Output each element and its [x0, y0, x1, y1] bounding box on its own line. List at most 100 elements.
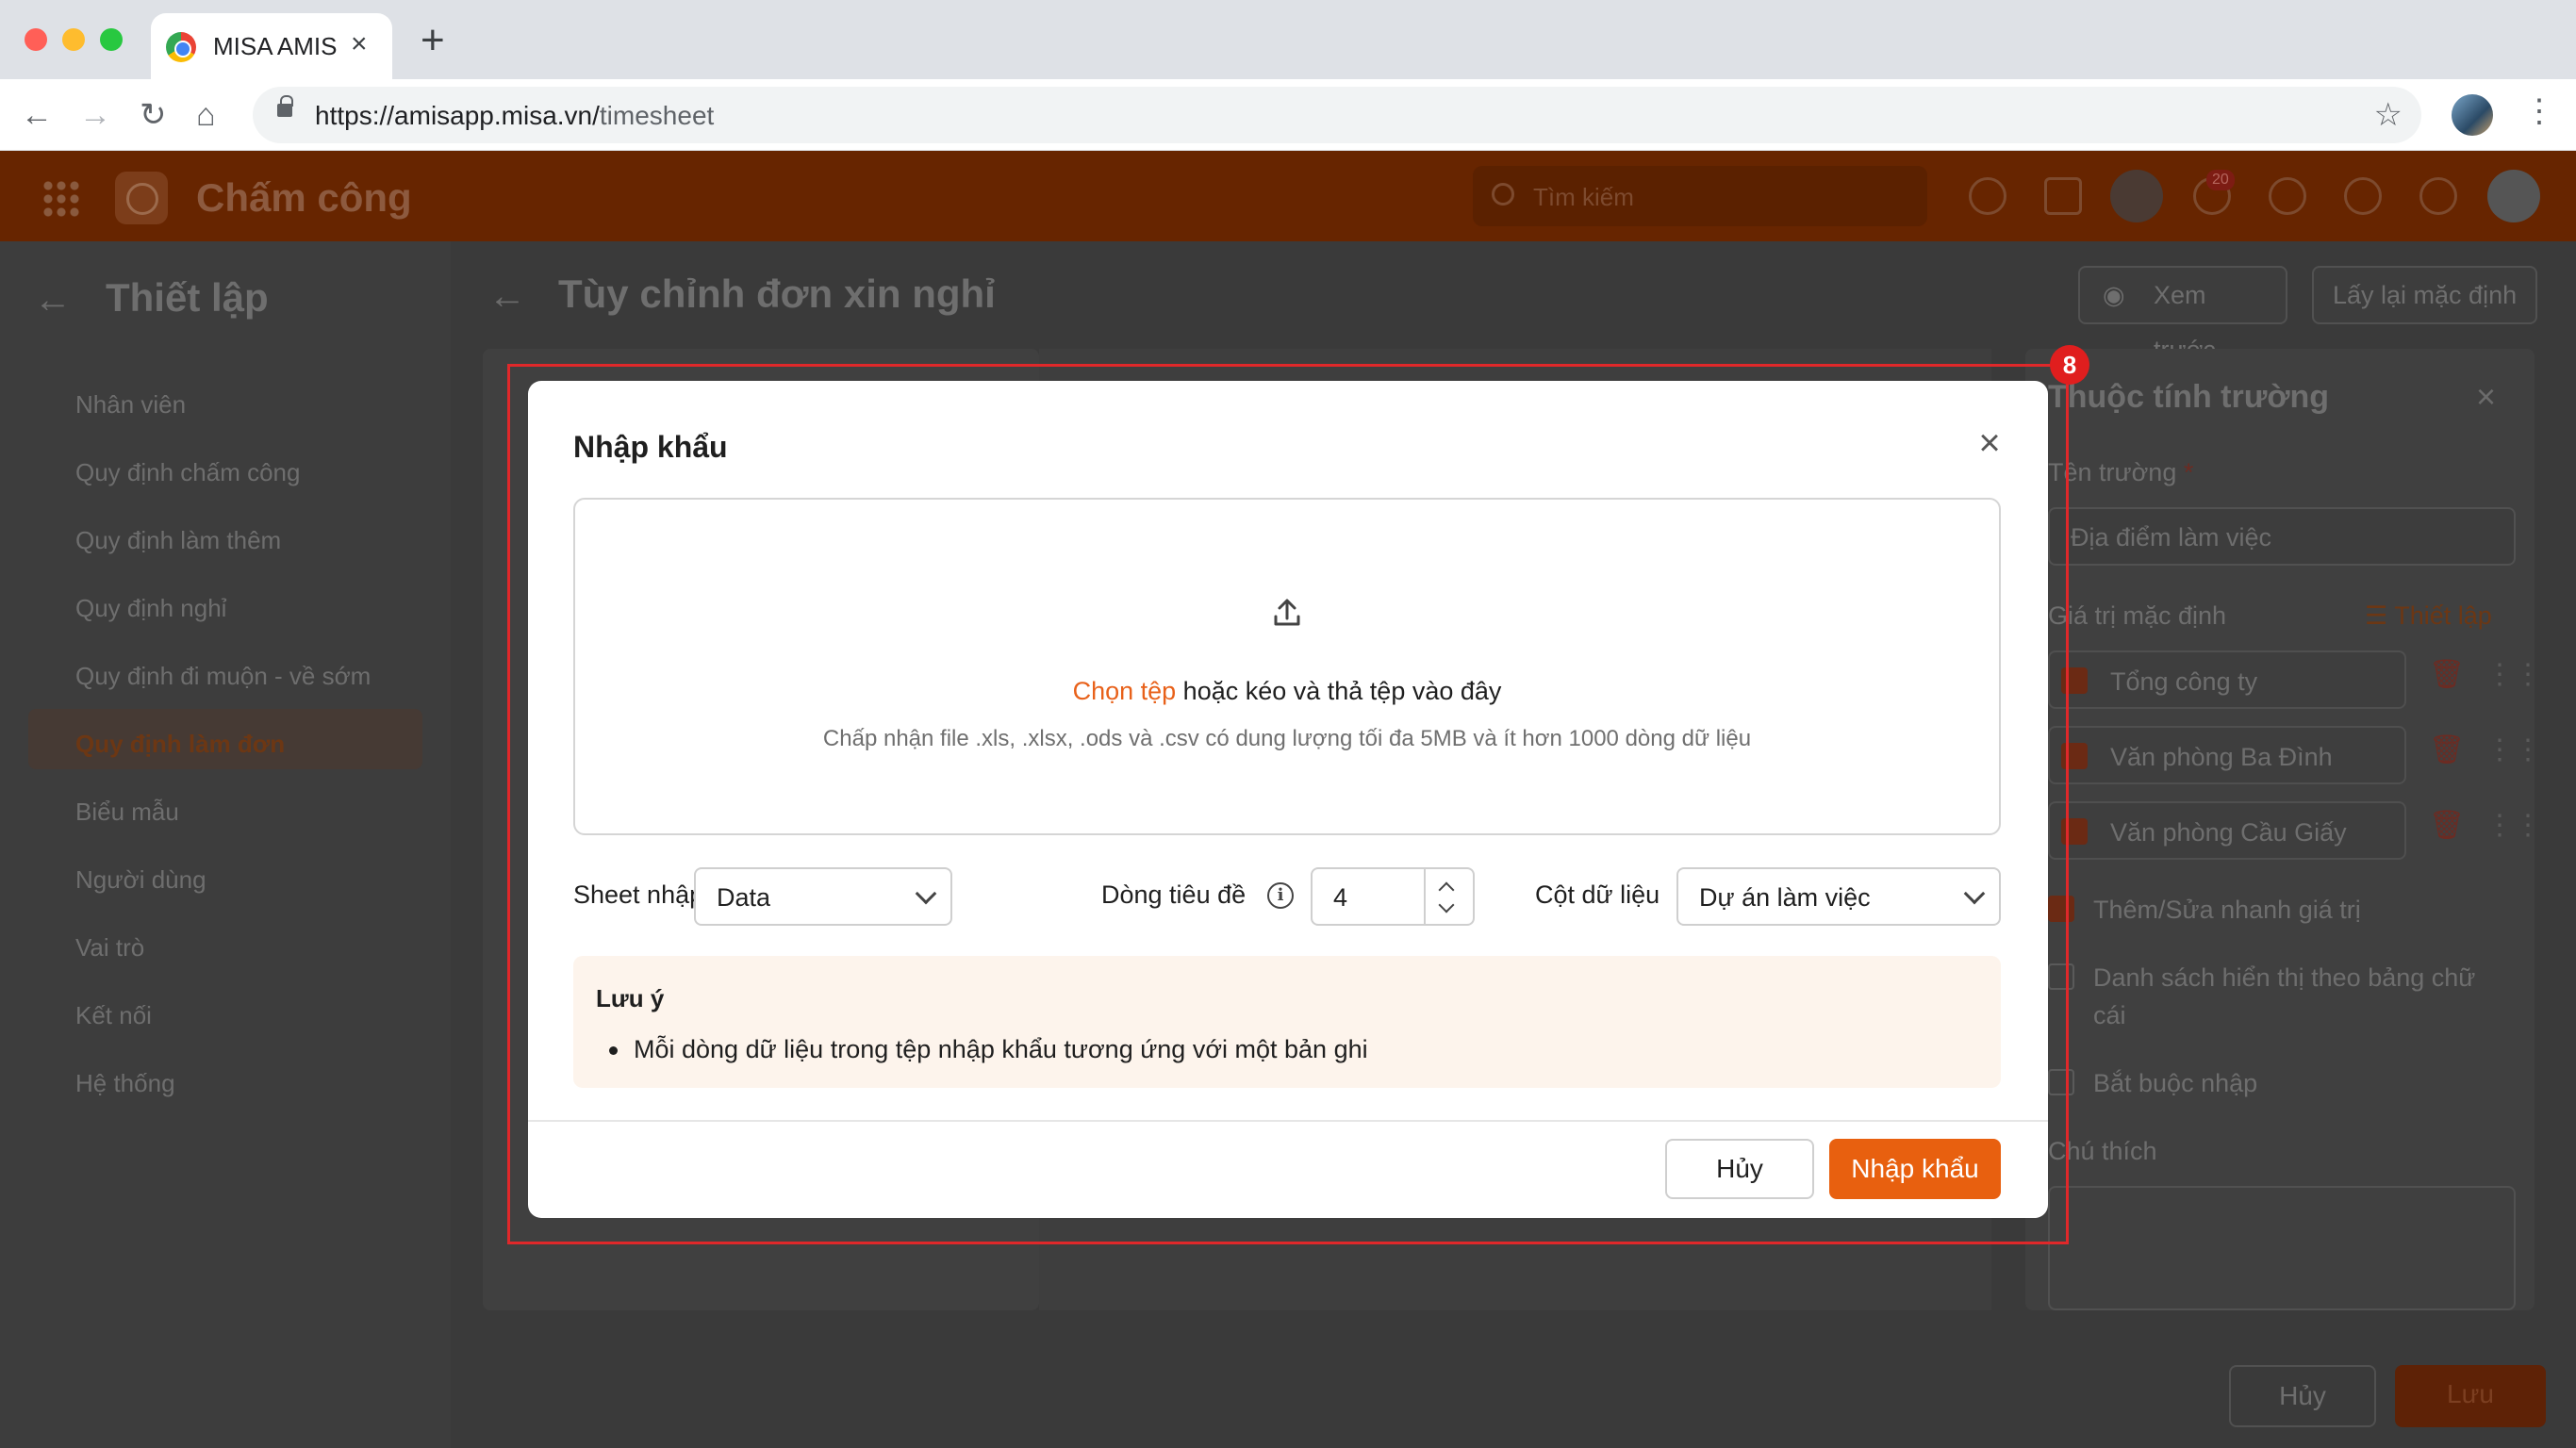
dropzone-instruction: Chọn tệp hoặc kéo và thả tệp vào đây [1072, 677, 1502, 705]
header-search-input[interactable]: Tìm kiếm [1473, 166, 1927, 226]
app-grid-icon[interactable] [41, 179, 79, 217]
settings-gear-icon[interactable] [1969, 177, 2006, 215]
note-item: Mỗi dòng dữ liệu trong tệp nhập khẩu tươ… [634, 1035, 1368, 1063]
file-dropzone[interactable]: Chọn tệp hoặc kéo và thả tệp vào đây Chấ… [573, 498, 2001, 835]
page-title: Tùy chỉnh đơn xin nghỉ [558, 272, 996, 316]
footer-cancel-button[interactable]: Hủy [2229, 1365, 2376, 1427]
trash-icon[interactable]: 🗑 [2429, 809, 2465, 842]
browser-menu-icon[interactable]: ⋮ [2523, 92, 2555, 130]
sidebar-item-vai-tro[interactable]: Vai trò [75, 933, 144, 963]
properties-close-icon[interactable]: × [2476, 377, 2496, 417]
import-modal: Nhập khẩu × Chọn tệp hoặc kéo và thả tệp… [528, 381, 2048, 1218]
bell-icon[interactable] [2269, 177, 2306, 215]
window-close-button[interactable] [25, 28, 47, 51]
data-column-select[interactable]: Dự án làm việc [1676, 867, 2001, 926]
sidebar-item-quy-dinh-lam-them[interactable]: Quy định làm thêm [75, 526, 281, 555]
field-name-input[interactable]: Địa điểm làm việc [2048, 507, 2516, 566]
profile-avatar[interactable] [2452, 94, 2493, 136]
modal-close-icon[interactable]: × [1969, 422, 2010, 464]
sidebar-title: Thiết lập [106, 275, 269, 320]
data-column-label: Cột dữ liệu [1535, 880, 1660, 909]
alpha-sort-label: Danh sách hiển thị theo bảng chữ [2093, 963, 2476, 992]
tab-close-icon[interactable]: × [351, 28, 368, 60]
home-icon[interactable]: ⌂ [196, 96, 216, 134]
tab-title: MISA AMIS [213, 32, 338, 60]
sidebar-back-icon[interactable]: ← [34, 279, 72, 321]
browser-tab-bar: MISA AMIS × + [0, 0, 2576, 79]
sidebar-item-ket-noi[interactable]: Kết nối [75, 1001, 152, 1030]
note-textarea[interactable] [2048, 1186, 2516, 1310]
stepper-down-icon[interactable] [1438, 897, 1455, 913]
default-value-label: Giá trị mặc định [2048, 601, 2227, 630]
choose-file-link[interactable]: Chọn tệp [1073, 677, 1177, 705]
sidebar-item-quy-dinh-nghi[interactable]: Quy định nghỉ [75, 594, 226, 623]
option-row[interactable]: Tổng công ty [2048, 650, 2406, 709]
info-icon[interactable]: i [1267, 882, 1294, 909]
chevron-down-icon [1963, 882, 1986, 905]
properties-title: Thuộc tính trường [2048, 379, 2330, 415]
account-avatar[interactable] [2487, 170, 2540, 222]
app-title: Chấm công [196, 175, 412, 220]
back-arrow-icon[interactable]: ← [21, 96, 53, 134]
drag-handle-icon[interactable]: ⋮⋮ [2485, 658, 2542, 691]
favicon-icon [166, 32, 196, 62]
option-row[interactable]: Văn phòng Ba Đình [2048, 726, 2406, 784]
field-name-label: Tên trường * [2048, 458, 2194, 486]
footer-save-button[interactable]: Lưu [2395, 1365, 2546, 1427]
reload-icon[interactable]: ↻ [140, 96, 167, 134]
sidebar-item-he-thong[interactable]: Hệ thống [75, 1069, 175, 1098]
required-label: Bắt buộc nhập [2093, 1069, 2258, 1097]
sheet-select[interactable]: Data [694, 867, 952, 926]
forward-arrow-icon[interactable]: → [79, 96, 111, 134]
header-row-stepper[interactable]: 4 [1311, 867, 1475, 926]
fingerprint-logo-icon [115, 172, 168, 224]
app-header: Chấm công Tìm kiếm 20 [0, 151, 2576, 241]
import-button[interactable]: Nhập khẩu [1829, 1139, 2001, 1199]
dropzone-hint: Chấp nhận file .xls, .xlsx, .ods và .csv… [822, 726, 1752, 751]
header-row-label: Dòng tiêu đề [1101, 880, 1247, 909]
option-row[interactable]: Văn phòng Cầu Giấy [2048, 801, 2406, 860]
search-icon [1492, 183, 1514, 206]
drag-handle-icon[interactable]: ⋮⋮ [2485, 809, 2542, 842]
url-text: https://amisapp.misa.vn/timesheet [315, 101, 715, 130]
alpha-sort-label-cont: cái [2093, 1001, 2126, 1029]
sidebar-item-nguoi-dung[interactable]: Người dùng [75, 865, 206, 895]
annotation-step-badge: 8 [2050, 345, 2089, 385]
chevron-down-icon [915, 882, 937, 905]
sidebar-item-quy-dinh-cham-cong[interactable]: Quy định chấm công [75, 458, 300, 487]
main-back-icon[interactable]: ← [488, 275, 526, 318]
header-user-avatar[interactable] [2110, 170, 2163, 222]
note-box: Lưu ý Mỗi dòng dữ liệu trong tệp nhập kh… [573, 956, 2001, 1088]
reset-default-button[interactable]: Lấy lại mặc định [2312, 266, 2538, 324]
url-input[interactable]: https://amisapp.misa.vn/timesheet ☆ [253, 87, 2421, 143]
setup-link[interactable]: ☰ Thiết lập [2365, 601, 2492, 631]
sidebar-item-quy-dinh-di-muon[interactable]: Quy định đi muộn - về sớm [75, 662, 371, 691]
list-icon: ☰ [2365, 601, 2388, 630]
upload-icon [1274, 599, 1300, 626]
cancel-button[interactable]: Hủy [1665, 1139, 1814, 1199]
megaphone-icon[interactable] [2044, 177, 2082, 215]
help-icon[interactable] [2344, 177, 2382, 215]
note-title: Lưu ý [596, 984, 665, 1012]
bookmark-star-icon[interactable]: ☆ [2374, 96, 2403, 134]
lock-icon [277, 95, 293, 117]
browser-tab[interactable]: MISA AMIS × [151, 13, 392, 79]
settings-sidebar: ← Thiết lập Nhân viên Quy định chấm công… [0, 241, 451, 1448]
preview-button[interactable]: ◉ Xem trước [2078, 266, 2287, 364]
sidebar-item-nhan-vien[interactable]: Nhân viên [75, 390, 186, 420]
trash-icon[interactable]: 🗑 [2429, 733, 2465, 766]
more-options-icon[interactable] [2419, 177, 2457, 215]
modal-title: Nhập khẩu [573, 430, 728, 464]
drag-handle-icon[interactable]: ⋮⋮ [2485, 733, 2542, 766]
notification-count-badge: 20 [2206, 170, 2235, 190]
trash-icon[interactable]: 🗑 [2429, 658, 2465, 691]
window-maximize-button[interactable] [100, 28, 123, 51]
bullet-icon [609, 1046, 618, 1055]
new-tab-icon[interactable]: + [421, 17, 445, 64]
stepper-up-icon[interactable] [1438, 881, 1455, 898]
address-bar: ← → ↻ ⌂ https://amisapp.misa.vn/timeshee… [0, 79, 2576, 151]
sidebar-item-bieu-mau[interactable]: Biểu mẫu [75, 798, 179, 827]
modal-footer-divider [528, 1120, 2048, 1122]
sidebar-item-quy-dinh-lam-don[interactable]: Quy định làm đơn [75, 730, 285, 759]
window-minimize-button[interactable] [62, 28, 85, 51]
